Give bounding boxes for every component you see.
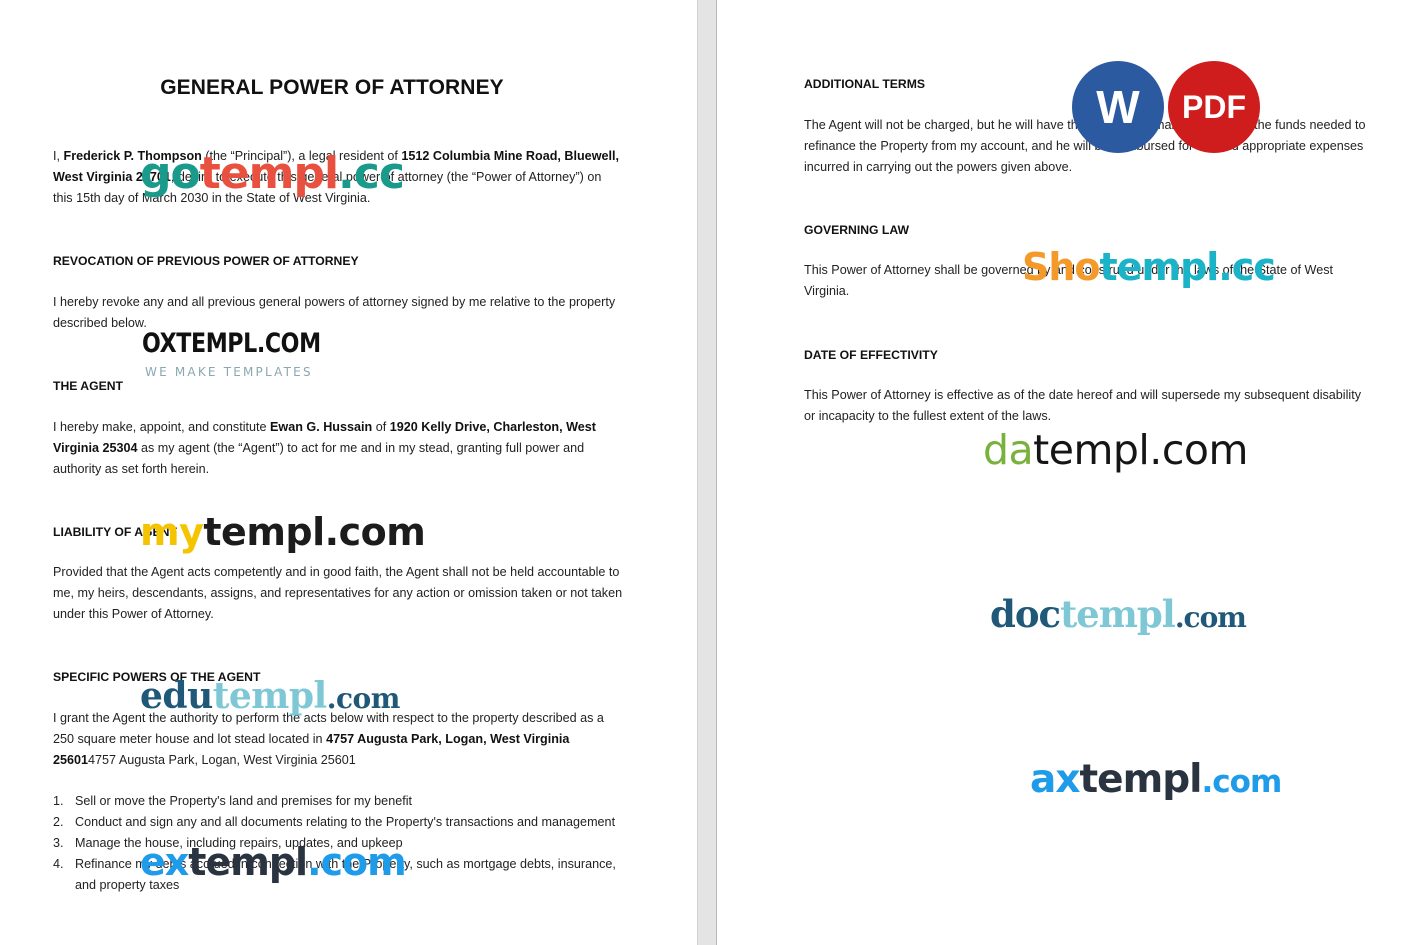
list-item: 2. Conduct and sign any and all documents… xyxy=(53,812,623,833)
governing-law-paragraph: This Power of Attorney shall be governed… xyxy=(804,263,1334,298)
document-page-right: ADDITIONAL TERMS The Agent will not be c… xyxy=(717,0,1401,945)
agent-paragraph: I hereby make, appoint, and constitute E… xyxy=(53,417,623,480)
word-format-icon[interactable]: W xyxy=(1072,61,1164,153)
list-item: 3. Manage the house, including repairs, u… xyxy=(53,833,623,854)
document-title: GENERAL POWER OF ATTORNEY xyxy=(160,76,504,99)
section-heading-liability: LIABILITY OF AGENT xyxy=(53,525,177,539)
list-item: 1. Sell or move the Property's land and p… xyxy=(53,791,623,812)
list-text: Manage the house, including repairs, upd… xyxy=(75,836,403,850)
powers-list: 1. Sell or move the Property's land and p… xyxy=(53,791,623,896)
list-text: Sell or move the Property's land and pre… xyxy=(75,794,412,808)
word-icon-label: W xyxy=(1096,81,1140,133)
agent-name: Ewan G. Hussain xyxy=(270,420,373,434)
section-heading-governing-law: GOVERNING LAW xyxy=(804,223,909,237)
principal-name: Frederick P. Thompson xyxy=(63,149,202,163)
document-page-left: GENERAL POWER OF ATTORNEY I, Frederick P… xyxy=(0,0,697,945)
list-text: Conduct and sign any and all documents r… xyxy=(75,815,616,829)
revocation-paragraph: I hereby revoke any and all previous gen… xyxy=(53,295,616,330)
powers-text: 4757 Augusta Park, Logan, West Virginia … xyxy=(88,753,356,767)
list-number: 4. xyxy=(53,857,64,871)
section-heading-agent: THE AGENT xyxy=(53,379,123,393)
section-heading-revocation: REVOCATION OF PREVIOUS POWER OF ATTORNEY xyxy=(53,254,359,268)
intro-text: I, xyxy=(53,149,64,163)
list-number: 1. xyxy=(53,794,64,808)
agent-text: I hereby make, appoint, and constitute xyxy=(53,420,271,434)
agent-text: of xyxy=(372,420,390,434)
list-text: Refinance my debts accrued in connection… xyxy=(75,857,616,892)
list-number: 3. xyxy=(53,836,64,850)
pdf-format-icon[interactable]: PDF xyxy=(1168,61,1260,153)
pdf-icon-label: PDF xyxy=(1182,88,1246,125)
intro-paragraph: I, Frederick P. Thompson (the “Principal… xyxy=(53,146,623,209)
page-gutter xyxy=(697,0,717,945)
section-heading-effectivity: DATE OF EFFECTIVITY xyxy=(804,348,938,362)
liability-paragraph: Provided that the Agent acts competently… xyxy=(53,565,623,621)
intro-text: (the “Principal”), a legal resident of xyxy=(201,149,402,163)
section-heading-specific-powers: SPECIFIC POWERS OF THE AGENT xyxy=(53,670,261,684)
effectivity-paragraph: This Power of Attorney is effective as o… xyxy=(804,388,1361,423)
specific-powers-paragraph: I grant the Agent the authority to perfo… xyxy=(53,708,623,771)
list-number: 2. xyxy=(53,815,64,829)
list-item: 4. Refinance my debts accrued in connecti… xyxy=(53,854,623,896)
